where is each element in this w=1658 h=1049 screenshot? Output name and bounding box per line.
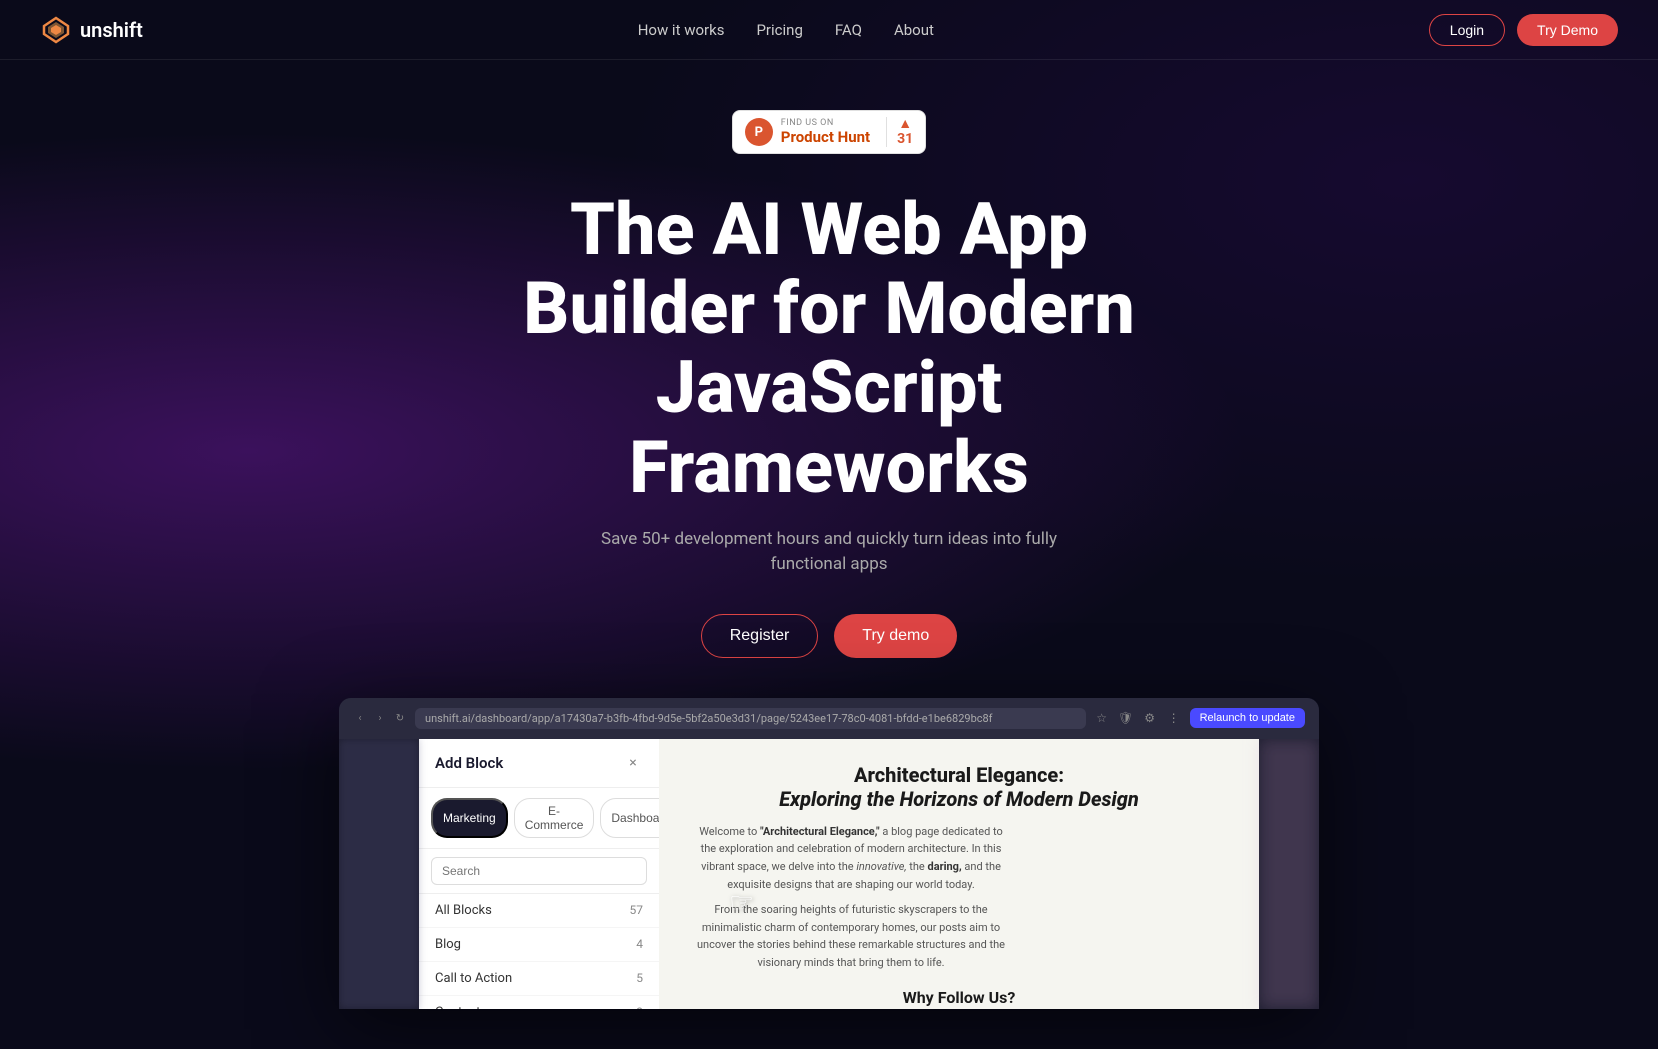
hero-actions: Register Try demo	[701, 614, 958, 658]
block-item-blog[interactable]: Blog 4	[419, 928, 659, 962]
browser-icons-right: ☆ 🛡 ⚙ ⋮ Relaunch to update	[1094, 708, 1305, 728]
product-hunt-logo: P	[745, 118, 773, 146]
block-item-count: 4	[636, 937, 643, 951]
preview-title-line2: Exploring the Horizons of Modern Design	[779, 787, 1138, 811]
browser-refresh-button[interactable]: ↻	[393, 711, 407, 725]
nav-links: How it works Pricing FAQ About	[638, 21, 934, 39]
upvote-count: 31	[897, 131, 913, 147]
nav-link-pricing[interactable]: Pricing	[756, 21, 802, 39]
add-block-panel: Add Block × Marketing E-Commerce Dashboa…	[419, 739, 659, 1009]
preview-area: Architectural Elegance: Exploring the Ho…	[659, 739, 1259, 1009]
hero-subtitle: Save 50+ development hours and quickly t…	[579, 527, 1079, 578]
logo[interactable]: unshift	[40, 14, 143, 46]
block-item-count: 3	[636, 1005, 643, 1009]
product-hunt-badge[interactable]: P FIND US ON Product Hunt ▲ 31	[732, 110, 926, 154]
try-demo-nav-button[interactable]: Try Demo	[1517, 14, 1618, 46]
browser-back-button[interactable]: ‹	[353, 711, 367, 725]
tab-ecommerce[interactable]: E-Commerce	[514, 798, 595, 838]
preview-body: Welcome to "Architectural Elegance," a b…	[691, 823, 1011, 893]
block-item-contact[interactable]: Contact 3	[419, 996, 659, 1009]
register-button[interactable]: Register	[701, 614, 819, 658]
browser-content: Add Block × Marketing E-Commerce Dashboa…	[339, 739, 1319, 1009]
block-item-name: All Blocks	[435, 903, 492, 918]
preview-why-title: Why Follow Us?	[691, 988, 1227, 1007]
nav-link-about[interactable]: About	[894, 21, 934, 39]
block-item-count: 5	[636, 971, 643, 985]
product-hunt-text-group: FIND US ON Product Hunt	[781, 118, 870, 146]
block-item-all[interactable]: All Blocks 57	[419, 894, 659, 928]
preview-title-line1: Architectural Elegance:	[854, 763, 1064, 787]
login-button[interactable]: Login	[1429, 14, 1505, 46]
tab-marketing[interactable]: Marketing	[431, 798, 508, 838]
block-item-name: Call to Action	[435, 971, 512, 986]
panel-close-button[interactable]: ×	[623, 753, 643, 773]
right-blur	[1259, 739, 1319, 1009]
navbar: unshift How it works Pricing FAQ About L…	[0, 0, 1658, 60]
star-icon[interactable]: ☆	[1094, 710, 1110, 726]
panel-header: Add Block ×	[419, 739, 659, 788]
block-item-name: Contact	[435, 1005, 480, 1009]
block-item-cta[interactable]: Call to Action 5	[419, 962, 659, 996]
logo-icon	[40, 14, 72, 46]
browser-forward-button[interactable]: ›	[373, 711, 387, 725]
panel-title: Add Block	[435, 754, 503, 772]
shield-icon: 🛡	[1118, 710, 1134, 726]
sidebar-blur	[339, 739, 419, 1009]
browser-nav-buttons: ‹ › ↻	[353, 711, 407, 725]
hero-title: The AI Web App Builder for Modern JavaSc…	[449, 190, 1209, 507]
relaunch-button[interactable]: Relaunch to update	[1190, 708, 1305, 728]
panel-tabs: Marketing E-Commerce Dashboard	[419, 788, 659, 849]
preview-body-text: Welcome to "Architectural Elegance," a b…	[699, 825, 1003, 891]
nav-link-how-it-works[interactable]: How it works	[638, 21, 725, 39]
block-item-name: Blog	[435, 937, 461, 952]
address-bar[interactable]: unshift.ai/dashboard/app/a17430a7-b3fb-4…	[415, 708, 1086, 729]
product-hunt-name: Product Hunt	[781, 128, 870, 146]
block-list: All Blocks 57 Blog 4 Call to Action 5	[419, 894, 659, 1009]
preview-title: Architectural Elegance: Exploring the Ho…	[691, 763, 1227, 811]
logo-text: unshift	[80, 18, 143, 42]
browser-bar: ‹ › ↻ unshift.ai/dashboard/app/a17430a7-…	[339, 698, 1319, 739]
upvote-arrow-icon: ▲	[898, 117, 912, 131]
nav-link-faq[interactable]: FAQ	[835, 21, 862, 39]
panel-search-input[interactable]	[431, 857, 647, 885]
product-hunt-find-us: FIND US ON	[781, 118, 834, 128]
menu-icon[interactable]: ⋮	[1166, 710, 1182, 726]
tab-dashboard[interactable]: Dashboard	[600, 798, 659, 838]
try-demo-button[interactable]: Try demo	[834, 614, 957, 658]
hero-section: P FIND US ON Product Hunt ▲ 31 The AI We…	[0, 60, 1658, 1049]
panel-search	[419, 849, 659, 894]
extension-icon[interactable]: ⚙	[1142, 710, 1158, 726]
product-hunt-upvote: ▲ 31	[886, 117, 913, 147]
browser-screenshot: ‹ › ↻ unshift.ai/dashboard/app/a17430a7-…	[339, 698, 1319, 1009]
block-item-count: 57	[630, 903, 644, 917]
address-bar-url: unshift.ai/dashboard/app/a17430a7-b3fb-4…	[425, 712, 993, 725]
nav-actions: Login Try Demo	[1429, 14, 1618, 46]
cursor-icon: ☞	[729, 886, 754, 919]
